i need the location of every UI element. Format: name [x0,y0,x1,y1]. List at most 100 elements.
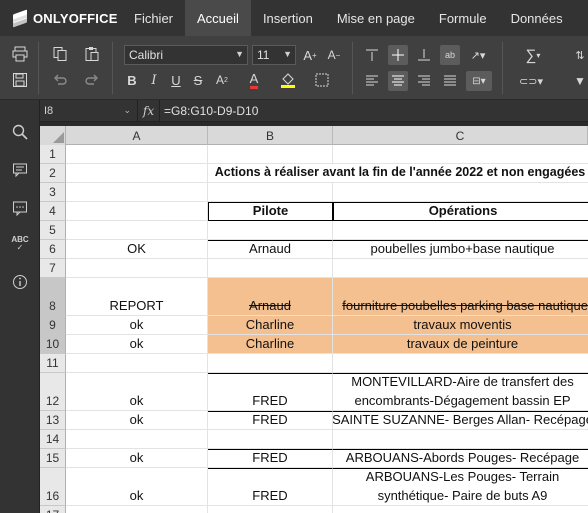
row-header[interactable]: 15 [40,449,66,468]
cell-b[interactable]: FRED [208,373,333,411]
row-header[interactable]: 1 [40,145,66,164]
tab-mise-en-page[interactable]: Mise en page [325,0,427,36]
italic-icon[interactable]: I [144,70,164,90]
cell-a[interactable] [66,354,208,373]
function-icon[interactable]: fx [138,99,160,122]
row-header[interactable]: 8 [40,278,66,316]
undo-icon[interactable] [50,70,70,90]
tab-formule[interactable]: Formule [427,0,499,36]
align-bottom-icon[interactable] [414,45,434,65]
merge-cells-icon[interactable]: ⊟▾ [466,71,492,91]
tab-donnees[interactable]: Données [499,0,575,36]
cell-a[interactable]: REPORT [66,278,208,316]
row-header[interactable]: 2 [40,164,66,183]
row-header[interactable]: 13 [40,411,66,430]
cell-c[interactable] [333,145,588,164]
row-header[interactable]: 7 [40,259,66,278]
cell-a[interactable]: ok [66,411,208,430]
cell-b[interactable]: Pilote [208,202,333,221]
font-size-select[interactable]: 11 ▼ [252,45,296,65]
search-icon[interactable] [10,122,30,142]
align-top-icon[interactable] [362,45,382,65]
row-header[interactable]: 5 [40,221,66,240]
copy-icon[interactable] [50,44,70,64]
align-middle-icon[interactable] [388,45,408,65]
align-center-icon[interactable] [388,71,408,91]
cell-b[interactable] [208,145,333,164]
cell-c[interactable]: MONTEVILLARD-Aire de transfert des encom… [333,373,588,411]
comments-icon[interactable] [10,160,30,180]
cell-b[interactable]: Charline [208,335,333,354]
tab-accueil[interactable]: Accueil [185,0,251,36]
cell-c[interactable] [333,259,588,278]
filter-icon[interactable]: ▼ [570,71,588,91]
formula-input[interactable]: =G8:G10-D9-D10 [160,104,258,118]
cell-c[interactable] [333,506,588,513]
column-header-c[interactable]: C [333,126,588,145]
print-icon[interactable] [10,44,30,64]
cell-b[interactable] [208,354,333,373]
cell-a[interactable]: OK [66,240,208,259]
underline-icon[interactable]: U [166,70,186,90]
cell-c[interactable] [333,354,588,373]
cell-b[interactable]: FRED [208,449,333,468]
align-right-icon[interactable] [414,71,434,91]
cell-b[interactable]: FRED [208,411,333,430]
chat-icon[interactable] [10,198,30,218]
justify-icon[interactable] [440,71,460,91]
align-left-icon[interactable] [362,71,382,91]
sum-icon[interactable]: ∑ ▾ [518,45,548,65]
save-icon[interactable] [10,70,30,90]
bold-icon[interactable]: B [122,70,142,90]
spreadsheet-grid[interactable]: A B C 1 2 Actions à réaliser avant la fin … [40,126,588,513]
tab-fichier[interactable]: Fichier [122,0,185,36]
column-header-b[interactable]: B [208,126,333,145]
row-header[interactable]: 11 [40,354,66,373]
text-orientation-icon[interactable]: ↗▾ [468,45,488,65]
redo-icon[interactable] [82,70,102,90]
cell-b[interactable]: Arnaud [208,240,333,259]
cell-b[interactable]: Arnaud [208,278,333,316]
tab-insertion[interactable]: Insertion [251,0,325,36]
cell-a[interactable]: ok [66,449,208,468]
row-header[interactable]: 14 [40,430,66,449]
row-header[interactable]: 10 [40,335,66,354]
cell-a[interactable] [66,259,208,278]
cell-a[interactable] [66,202,208,221]
cell-c[interactable]: travaux moventis [333,316,588,335]
cell-a[interactable] [66,145,208,164]
cell-a[interactable]: ok [66,335,208,354]
strikethrough-icon[interactable]: S [188,70,208,90]
row-header[interactable]: 6 [40,240,66,259]
row-header[interactable]: 9 [40,316,66,335]
cell-a[interactable]: ok [66,316,208,335]
row-header[interactable]: 3 [40,183,66,202]
cell-b[interactable]: FRED [208,468,333,506]
select-all-corner[interactable] [40,126,66,145]
spellcheck-icon[interactable]: ABC ✓ [10,234,30,254]
column-header-a[interactable]: A [66,126,208,145]
cell-a[interactable]: ok [66,373,208,411]
cell-name-box[interactable]: I8 ⌄ [40,99,138,122]
cell-b[interactable] [208,183,333,202]
cell-a[interactable] [66,506,208,513]
decrease-font-icon[interactable]: A − [324,45,344,65]
cell-b[interactable] [208,506,333,513]
fill-color-icon[interactable] [278,70,298,90]
cell-c[interactable]: SAINTE SUZANNE- Berges Allan- Recépage [333,411,588,430]
font-name-select[interactable]: Calibri ▼ [124,45,248,65]
cell-a[interactable] [66,164,208,183]
cell-a[interactable] [66,183,208,202]
cell-c[interactable] [333,221,588,240]
paste-icon[interactable] [82,44,102,64]
cell-c[interactable] [333,183,588,202]
cell-c[interactable]: poubelles jumbo+base nautique [333,240,588,259]
cell-b[interactable] [208,430,333,449]
increase-font-icon[interactable]: A + [300,45,320,65]
cell-c[interactable]: ARBOUANS-Abords Pouges- Recépage [333,449,588,468]
subscript-icon[interactable]: A2 [212,70,232,90]
sort-icon[interactable]: ⇅ [570,45,588,65]
named-range-icon[interactable]: ⊂⊃▾ [514,71,548,91]
cell-b[interactable] [208,259,333,278]
font-color-icon[interactable]: A [244,70,264,90]
